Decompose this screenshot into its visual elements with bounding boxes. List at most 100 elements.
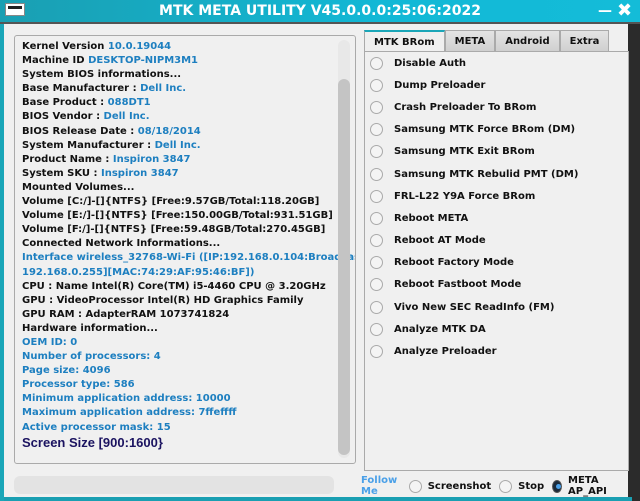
radio-icon xyxy=(408,479,422,493)
option-radio[interactable]: Reboot AT Mode xyxy=(365,230,628,252)
radio-icon xyxy=(370,56,383,70)
info-value: Inspiron 3847 xyxy=(112,153,191,165)
radio-icon xyxy=(370,78,383,92)
option-radio[interactable]: FRL-L22 Y9A Force BRom xyxy=(365,185,628,207)
info-key: Machine ID xyxy=(22,55,89,67)
option-radio[interactable]: Samsung MTK Rebulid PMT (DM) xyxy=(365,163,628,185)
radio-icon xyxy=(370,211,383,225)
info-line: Product Name : Inspiron 3847 xyxy=(22,153,355,167)
screenshot-label: Screenshot xyxy=(427,480,492,492)
info-key: Connected Network Informations... xyxy=(22,238,221,250)
radio-icon xyxy=(370,256,383,270)
info-value: 192.168.0.255][MAC:74:29:AF:95:46:BF]) xyxy=(22,266,255,278)
meta-ap-api-radio[interactable]: META AP_API xyxy=(552,475,620,497)
info-line: Minimum application address: 10000 xyxy=(22,392,355,406)
info-line: Base Product : 088DT1 xyxy=(22,96,355,110)
info-value: Page size: 4096 xyxy=(22,365,111,377)
info-line: Interface wireless_32768-Wi-Fi ([IP:192.… xyxy=(22,251,355,265)
progress-bar xyxy=(14,476,334,494)
stop-label: Stop xyxy=(518,480,545,492)
option-label: Crash Preloader To BRom xyxy=(394,101,537,113)
footer: Follow Me Screenshot Stop META AP_API xyxy=(361,475,628,497)
option-radio[interactable]: Crash Preloader To BRom xyxy=(365,96,628,118)
info-key: GPU RAM : AdapterRAM 1073741824 xyxy=(22,308,230,320)
info-lines: Kernel Version 10.0.19044 Machine ID DESK… xyxy=(22,40,355,435)
info-value: Interface wireless_32768-Wi-Fi ([IP:192.… xyxy=(22,252,356,264)
radio-icon xyxy=(370,322,383,336)
tab-meta[interactable]: META xyxy=(444,30,496,52)
close-icon[interactable]: ✖ xyxy=(617,0,632,22)
screenshot-radio[interactable]: Screenshot xyxy=(408,479,492,493)
info-line: System Manufacturer : Dell Inc. xyxy=(22,139,355,153)
info-line: GPU : VideoProcessor Intel(R) HD Graphic… xyxy=(22,294,355,308)
info-line: System BIOS informations... xyxy=(22,68,355,82)
tab-android[interactable]: Android xyxy=(495,30,560,52)
option-radio[interactable]: Analyze Preloader xyxy=(365,340,628,362)
tab-bar: MTK BRom META Android Extra xyxy=(364,30,610,52)
tab-extra[interactable]: Extra xyxy=(559,30,610,52)
option-radio[interactable]: Disable Auth xyxy=(365,52,628,74)
info-value: 08/18/2014 xyxy=(137,125,201,137)
window-title: MTK META UTILITY V45.0.0.0:25:06:2022 xyxy=(159,3,481,19)
info-key: System BIOS informations... xyxy=(22,69,182,81)
info-line: Number of processors: 4 xyxy=(22,350,355,364)
option-label: FRL-L22 Y9A Force BRom xyxy=(394,190,536,202)
info-key: Volume [E:/]-[]{NTFS} [Free:150.00GB/Tot… xyxy=(22,210,333,222)
info-line: Hardware information... xyxy=(22,322,355,336)
option-radio[interactable]: Samsung MTK Force BRom (DM) xyxy=(365,119,628,141)
main-window: Kernel Version 10.0.19044 Machine ID DESK… xyxy=(0,0,632,501)
info-line: Page size: 4096 xyxy=(22,364,355,378)
info-value: DESKTOP-NIPM3M1 xyxy=(88,55,199,67)
info-value: 088DT1 xyxy=(107,97,151,109)
radio-icon xyxy=(370,300,383,314)
info-value: Dell Inc. xyxy=(154,139,201,151)
option-radio[interactable]: Vivo New SEC ReadInfo (FM) xyxy=(365,296,628,318)
info-key: Base Product : xyxy=(22,97,108,109)
info-key: CPU : Name Intel(R) Core(TM) i5-4460 CPU… xyxy=(22,280,326,292)
info-line: GPU RAM : AdapterRAM 1073741824 xyxy=(22,308,355,322)
option-label: Reboot Factory Mode xyxy=(394,257,514,269)
info-line: CPU : Name Intel(R) Core(TM) i5-4460 CPU… xyxy=(22,280,355,294)
info-key: Mounted Volumes... xyxy=(22,181,135,193)
option-label: Samsung MTK Rebulid PMT (DM) xyxy=(394,168,579,180)
info-key: System SKU : xyxy=(22,167,101,179)
info-key: Volume [F:/]-[]{NTFS} [Free:59.48GB/Tota… xyxy=(22,224,326,236)
radio-icon xyxy=(370,234,383,248)
tab-mtk-brom[interactable]: MTK BRom xyxy=(364,30,445,52)
radio-icon xyxy=(370,278,383,292)
device-info-panel: Kernel Version 10.0.19044 Machine ID DESK… xyxy=(14,35,356,464)
meta-ap-api-label: META AP_API xyxy=(568,475,607,497)
option-radio[interactable]: Samsung MTK Exit BRom xyxy=(365,141,628,163)
radio-icon xyxy=(370,123,383,137)
option-label: Disable Auth xyxy=(394,57,467,69)
stop-radio[interactable]: Stop xyxy=(499,479,545,493)
info-line: Volume [F:/]-[]{NTFS} [Free:59.48GB/Tota… xyxy=(22,223,355,237)
option-label: Samsung MTK Exit BRom xyxy=(394,146,535,158)
follow-me-link[interactable]: Follow Me xyxy=(361,475,403,497)
bottom-border xyxy=(4,497,632,501)
option-label: Reboot AT Mode xyxy=(394,235,486,247)
info-value: 10.0.19044 xyxy=(107,41,172,52)
option-label: Dump Preloader xyxy=(394,79,486,91)
info-value: Dell Inc. xyxy=(103,111,150,123)
option-radio[interactable]: Dump Preloader xyxy=(365,74,628,96)
radio-icon xyxy=(370,345,383,359)
option-label: Analyze MTK DA xyxy=(394,323,486,335)
info-line: OEM ID: 0 xyxy=(22,336,355,350)
option-radio[interactable]: Reboot Fastboot Mode xyxy=(365,274,628,296)
info-line: Kernel Version 10.0.19044 xyxy=(22,40,355,54)
info-line: Base Manufacturer : Dell Inc. xyxy=(22,82,355,96)
info-scrollbar[interactable] xyxy=(338,40,350,458)
option-radio[interactable]: Analyze MTK DA xyxy=(365,318,628,340)
info-line: 192.168.0.255][MAC:74:29:AF:95:46:BF]) xyxy=(22,266,355,280)
option-radio[interactable]: Reboot Factory Mode xyxy=(365,252,628,274)
info-key: Base Manufacturer : xyxy=(22,83,141,95)
minimize-icon[interactable]: — xyxy=(598,0,612,22)
info-line: Machine ID DESKTOP-NIPM3M1 xyxy=(22,54,355,68)
radio-icon xyxy=(370,100,383,114)
info-key: Kernel Version xyxy=(22,41,108,52)
screen-size: Screen Size [900:1600} xyxy=(22,434,163,450)
scrollbar-thumb[interactable] xyxy=(338,79,350,455)
info-value: Maximum application address: 7ffeffff xyxy=(22,407,237,419)
option-radio[interactable]: Reboot META xyxy=(365,207,628,229)
